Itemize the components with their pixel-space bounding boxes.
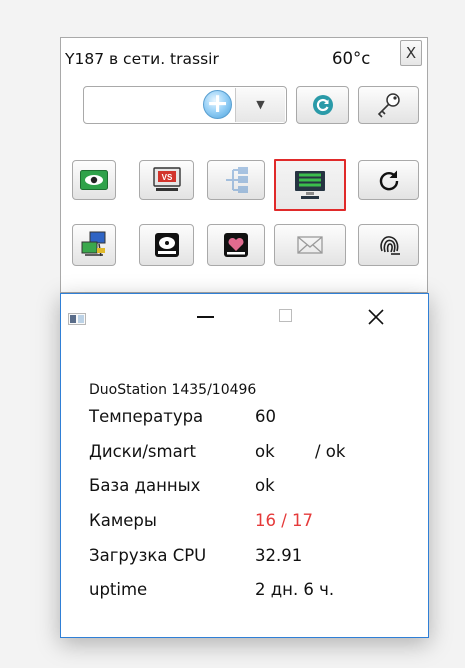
mail-icon (297, 236, 323, 254)
monitor-icon (295, 171, 325, 199)
uptime-value: 2 дн. 6 ч. (255, 580, 335, 599)
eye-icon (80, 170, 108, 190)
widget-title: Y187 в сети. trassir (65, 50, 219, 68)
video-record-icon: VS (152, 167, 181, 191)
database-value: ok (255, 476, 275, 495)
hard-disk-button[interactable] (139, 224, 194, 266)
station-info-window: DuoStation 1435/10496 Температура 60 Дис… (60, 293, 429, 638)
close-icon[interactable] (359, 300, 393, 334)
network-tree-button[interactable] (207, 160, 265, 200)
key-icon (377, 93, 400, 118)
dropdown-arrow-icon[interactable]: ▼ (235, 88, 285, 122)
widget-close-button[interactable]: X (400, 40, 422, 66)
app-window-icon (68, 313, 86, 325)
device-name: DuoStation 1435/10496 (89, 382, 257, 398)
server-combo[interactable]: + ▼ (83, 86, 287, 124)
fingerprint-icon (379, 236, 400, 255)
trassir-widget: Y187 в сети. trassir 60°c X + ▼ VS (60, 37, 428, 293)
refresh-button[interactable] (296, 86, 349, 124)
minimize-icon[interactable] (197, 316, 214, 318)
add-circle-icon[interactable]: + (203, 90, 232, 119)
maximize-icon[interactable] (279, 309, 292, 322)
fingerprint-button[interactable] (358, 224, 419, 266)
smart-value: / ok (315, 442, 346, 461)
network-tree-icon (226, 167, 248, 193)
hard-disk-icon (154, 233, 179, 257)
database-label: База данных (89, 476, 201, 495)
network-computers-button[interactable] (72, 224, 116, 266)
disks-value: ok (255, 442, 275, 461)
disk-health-icon (224, 233, 248, 257)
video-record-button[interactable]: VS (139, 160, 194, 200)
reload-button[interactable] (358, 160, 419, 200)
reload-icon (379, 170, 398, 191)
uptime-label: uptime (89, 580, 148, 599)
network-computers-icon (81, 231, 106, 257)
disk-health-button[interactable] (207, 224, 265, 266)
view-button[interactable] (72, 160, 116, 200)
temperature-readout: 60°c (332, 49, 371, 68)
cpu-label: Загрузка CPU (89, 546, 207, 565)
disks-label: Диски/smart (89, 442, 196, 461)
window-title-bar[interactable] (61, 294, 428, 346)
mail-button[interactable] (274, 224, 346, 266)
temperature-value: 60 (255, 407, 276, 426)
refresh-circle-icon (312, 95, 333, 115)
cameras-value: 16 / 17 (255, 511, 314, 530)
cameras-label: Камеры (89, 511, 157, 530)
svg-text:VS: VS (161, 173, 172, 182)
monitor-button[interactable] (274, 159, 346, 211)
key-button[interactable] (358, 86, 419, 124)
temperature-label: Температура (89, 407, 204, 426)
cpu-value: 32.91 (255, 546, 303, 565)
